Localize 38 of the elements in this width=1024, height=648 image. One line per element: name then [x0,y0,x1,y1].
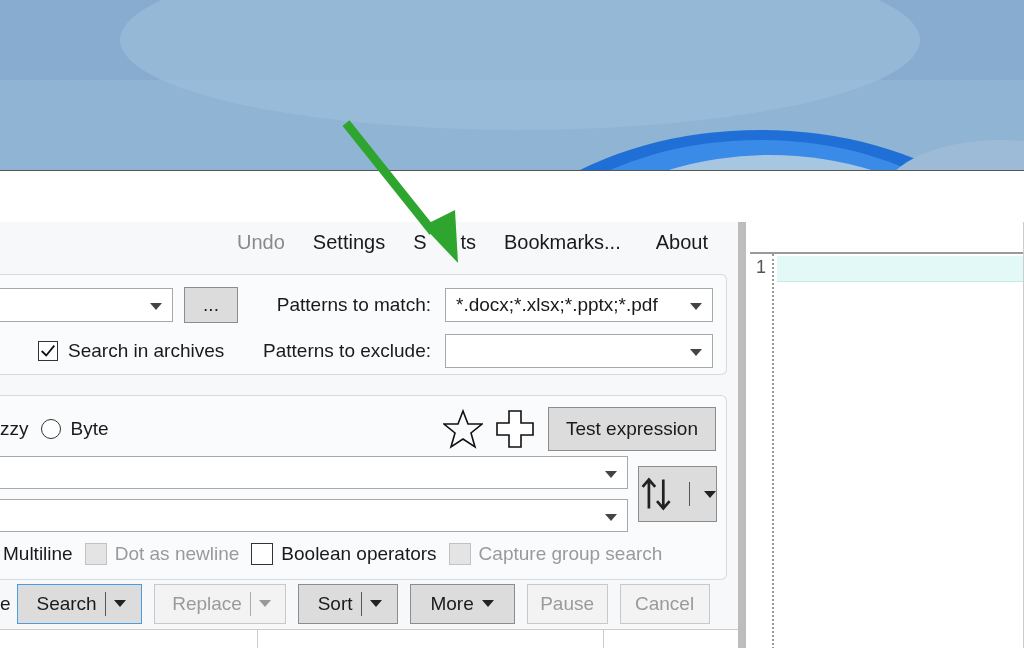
replace-combo[interactable] [0,499,628,533]
action-button[interactable]: Sort [297,583,398,624]
field-label: Patterns to exclude: [262,340,431,363]
dropdown-icon [690,303,702,311]
caret-icon [704,490,716,498]
dropdown-icon [150,303,162,311]
checkbox-label: Boolean operators [281,543,437,566]
dropdown-icon [605,514,617,522]
line-number: 1 [756,256,766,279]
menu-item[interactable]: About [655,231,708,255]
menu-item[interactable]: Bookmarks... [504,231,621,255]
checkbox[interactable] [251,543,274,566]
action-button[interactable]: Search [16,583,142,624]
radio-button[interactable] [40,419,61,440]
swap-button[interactable] [638,466,717,523]
menu-item[interactable]: ts [460,231,477,255]
option-label: e [0,592,11,615]
dropdown-icon [690,349,702,357]
action-button[interactable]: More [409,583,515,624]
dropdown-icon [605,471,617,479]
option-label: zzy [0,418,29,441]
test-expression-button[interactable]: Test expression [548,407,716,452]
star-icon[interactable] [443,409,483,450]
menu-item[interactable]: S [413,231,427,255]
exclude-pattern-combo[interactable] [445,334,713,369]
radio-label: Byte [70,418,109,441]
menu-item[interactable]: Settings [312,231,386,255]
match-pattern-combo[interactable]: *.docx;*.xlsx;*.pptx;*.pdf [445,288,713,323]
search-combo[interactable] [0,456,628,490]
browse-button[interactable]: ... [184,287,238,324]
plus-icon[interactable] [495,409,535,450]
checkbox-label: Multiline [3,543,73,566]
folder-combo[interactable] [0,288,173,323]
checkbox[interactable] [38,341,58,362]
checkbox-label: Search in archives [68,340,225,363]
checkbox-label: Capture group search [478,543,663,566]
checkbox-label: Dot as newline [114,543,240,566]
field-label: Patterns to match: [275,294,431,317]
